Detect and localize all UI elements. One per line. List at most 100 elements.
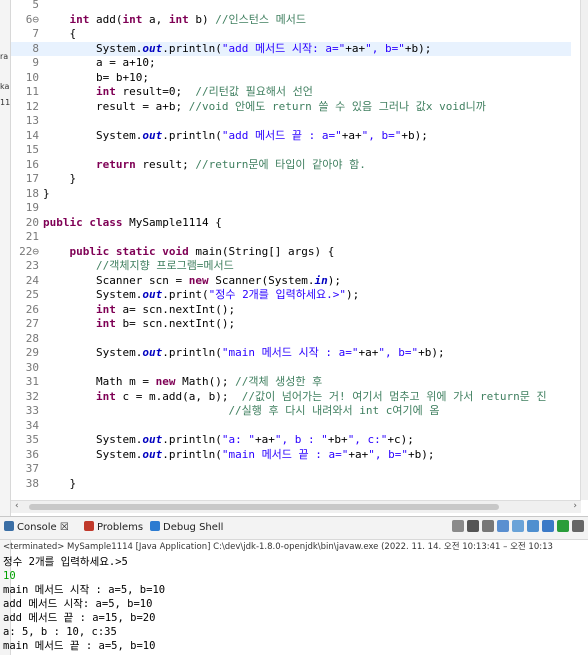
line-number: 37 [25,462,39,475]
code-token: c = m.add(a, b); [115,389,242,403]
code-token: System. [43,346,143,359]
console-line: main 메서드 시작 : a=5, b=10 [3,584,166,596]
code-token: //객체지향 프로그램=메서드 [95,259,234,272]
code-token: .println( [162,41,222,55]
code-line[interactable]: 7 { [11,27,571,42]
line-number: 30 [25,360,39,374]
code-token: add( [89,12,123,26]
code-line[interactable]: 37 [11,462,571,477]
code-line[interactable]: 16 return result; //return문에 타입이 같아야 함. [11,158,571,173]
code-token: +a+ [345,41,366,55]
line-number: 34 [25,418,39,432]
code-token: } [43,186,50,200]
tab-console[interactable]: Console ☒ [4,521,69,535]
code-token: Scanner scn = [43,273,189,287]
line-number: 29 [25,346,39,359]
code-editor[interactable]: 5 6⊖ int add(int a, int b) //인스턴스 메서드 7 {8… [11,0,581,500]
code-line[interactable]: 35 System.out.println("a: "+a+", b : "+b… [11,433,571,448]
remove-icon[interactable] [467,520,479,532]
line-number: 32 [25,389,39,403]
code-token: int [95,317,116,330]
code-line[interactable]: 12 result = a+b; //void 안에도 return 쓸 수 있… [11,100,571,115]
code-line[interactable]: 33 //실행 후 다시 내려와서 int c여기에 옴 [11,404,571,419]
code-token: //실행 후 다시 내려와서 int c여기에 옴 [228,404,440,417]
code-token: Scanner(System. [208,273,315,287]
code-line[interactable]: 18} [11,187,571,202]
code-token: out [142,128,163,142]
code-token: +b); [401,128,428,142]
code-line[interactable]: 9 a = a+10; [11,56,571,71]
code-line[interactable]: 13 [11,114,571,129]
line-number: 31 [25,375,39,388]
new-console-icon[interactable] [557,520,569,532]
code-line[interactable]: 20 public class MySample1114 { [11,216,571,231]
code-line[interactable]: 30 [11,361,571,376]
code-line[interactable]: 36 System.out.println("main 메서드 끝 : a="+… [11,448,571,463]
editor-horizontal-scrollbar[interactable]: ‹ › [11,500,581,513]
line-number: 19 [25,201,39,214]
line-number: 23 [25,259,39,272]
scroll-left-icon[interactable]: ‹ [15,501,19,511]
word-wrap-icon[interactable] [512,520,524,532]
line-number: 38 [25,476,39,490]
stop-icon[interactable] [452,520,464,532]
code-line[interactable]: 22⊖ public static void main(String[] arg… [11,245,571,260]
code-token: result = a+b; [43,99,189,113]
code-token: a, [142,12,169,26]
tab-label: Debug Shell [163,522,224,533]
code-line[interactable]: 31 Math m = new Math(); //객체 생성한 후 [11,375,571,390]
code-token: MySample1114 { [122,215,222,229]
code-token: int [95,389,116,403]
code-line[interactable]: 25 System.out.print("정수 2개를 입력하세요.>"); [11,288,571,303]
code-line[interactable]: 32 int c = m.add(a, b); //값이 넘어가는 거! 여기서… [11,390,571,405]
tab-label: Console ☒ [17,522,69,533]
code-line[interactable]: 29 System.out.println("main 메서드 시작 : a="… [11,346,571,361]
minimize-icon[interactable] [572,520,584,532]
code-line[interactable]: 23 //객체지향 프로그램=메서드 [11,259,571,274]
code-token: ", b=" [361,128,402,142]
code-token: Math m = [43,375,156,388]
code-line[interactable]: 15 [11,143,571,158]
code-line[interactable]: 6⊖ int add(int a, int b) //인스턴스 메서드 [11,13,571,28]
scroll-lock-icon[interactable] [497,520,509,532]
code-token: ", b=" [365,41,405,55]
code-line[interactable]: 34 [11,419,571,434]
scroll-right-icon[interactable]: › [573,501,577,511]
code-token: { [43,27,77,40]
code-line[interactable]: 38 } [11,477,571,492]
line-number: 7 [32,27,39,40]
tab-problems[interactable]: Problems [84,521,143,535]
code-line[interactable]: 28 [11,332,571,347]
tab-debug-shell[interactable]: Debug Shell [150,521,223,535]
code-line[interactable]: 14 System.out.println("add 메서드 끝 : a="+a… [11,129,571,144]
code-line[interactable]: 24 Scanner scn = new Scanner(System.in); [11,274,571,289]
code-token: } [43,172,77,185]
code-token: "정수 2개를 입력하세요.>" [208,288,347,301]
code-line[interactable]: 10 b= b+10; [11,71,571,86]
code-line[interactable]: 26 int a= scn.nextInt(); [11,303,571,318]
line-number: 16 [25,157,39,171]
editor-vertical-scrollbar[interactable] [580,0,588,500]
code-token: //객체 생성한 후 [235,375,323,388]
display-console-icon[interactable] [542,520,554,532]
code-line[interactable]: 5 [11,0,571,13]
code-line[interactable]: 27 int b= scn.nextInt(); [11,317,571,332]
remove-all-icon[interactable] [482,520,494,532]
code-line[interactable]: 17 } [11,172,571,187]
code-line[interactable]: 21 [11,230,571,245]
pin-icon[interactable] [527,520,539,532]
code-line[interactable]: 11 int result=0; //리턴값 필요해서 선언 [11,85,571,100]
console-line: 10 [3,570,16,582]
code-token: int [69,12,90,26]
line-number: 28 [25,331,39,345]
code-line[interactable]: 19 [11,201,571,216]
code-token: +b+ [327,433,348,446]
code-line[interactable]: 8 System.out.println("add 메서드 시작: a="+a+… [11,41,571,56]
code-token: System. [43,128,143,142]
code-token: int [168,12,189,26]
scrollbar-thumb[interactable] [29,504,499,510]
